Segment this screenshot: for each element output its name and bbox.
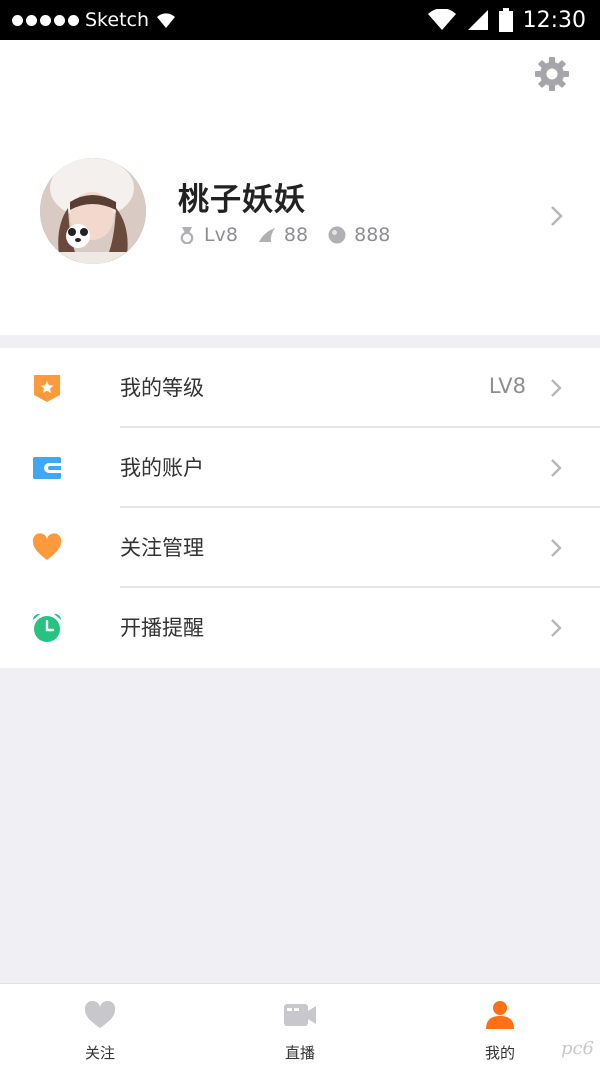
menu-label-account: 我的账户 — [120, 456, 204, 480]
menu-item-level[interactable]: 我的等级 LV8 — [0, 348, 600, 428]
carrier-name: Sketch — [85, 9, 150, 31]
medal-icon — [180, 227, 194, 244]
menu-item-follow-management[interactable]: 关注管理 — [0, 508, 600, 588]
wallet-icon — [33, 457, 61, 479]
heart-icon — [32, 533, 62, 560]
wifi-strength-icon — [427, 9, 456, 30]
chevron-right-icon — [551, 459, 562, 477]
avatar-image — [40, 158, 146, 264]
fans-stat: 88 — [258, 224, 308, 246]
menu-list: 我的等级 LV8 我的账户 关注管理 开播提醒 — [0, 348, 600, 668]
menu-item-account[interactable]: 我的账户 — [0, 428, 600, 508]
status-time: 12:30 — [522, 7, 586, 33]
status-right: 12:30 — [427, 8, 586, 33]
status-left: Sketch — [12, 9, 177, 31]
alarm-clock-icon — [32, 613, 62, 642]
status-bar: Sketch 12:30 — [0, 0, 600, 40]
menu-label-level: 我的等级 — [120, 376, 204, 400]
avatar[interactable] — [40, 158, 146, 264]
username: 桃子妖妖 — [178, 182, 306, 218]
level-badge-icon — [34, 375, 60, 402]
tab-bar: 关注 直播 我的 — [0, 983, 600, 1067]
chevron-right-icon — [551, 379, 562, 397]
tab-label-follow: 关注 — [84, 1044, 115, 1062]
profile-stats: Lv8 88 888 — [178, 224, 410, 246]
menu-value-level: LV8 — [488, 374, 526, 398]
tab-label-live: 直播 — [284, 1044, 315, 1062]
battery-icon — [498, 8, 513, 32]
coin-icon — [328, 226, 346, 244]
heart-icon — [84, 1000, 116, 1028]
chevron-right-icon — [551, 539, 562, 557]
coins-stat: 888 — [328, 224, 390, 246]
level-value: Lv8 — [204, 224, 238, 246]
profile-card[interactable]: 桃子妖妖 Lv8 88 888 — [0, 40, 600, 335]
coins-value: 888 — [354, 224, 391, 246]
menu-label-reminder: 开播提醒 — [120, 616, 204, 640]
menu-label-follow: 关注管理 — [120, 536, 204, 560]
signal-dots-icon — [12, 14, 79, 26]
menu-item-live-reminder[interactable]: 开播提醒 — [0, 588, 600, 668]
chevron-right-icon — [551, 619, 562, 637]
level-stat: Lv8 — [178, 224, 238, 246]
gear-icon[interactable] — [534, 56, 570, 92]
chevron-right-icon — [551, 206, 563, 226]
tab-follow[interactable]: 关注 — [0, 984, 200, 1067]
shark-fin-icon — [258, 228, 275, 242]
watermark: pc6 — [560, 1038, 594, 1059]
wifi-icon — [157, 13, 176, 28]
video-camera-icon — [284, 1004, 316, 1026]
user-icon — [486, 1001, 514, 1029]
fans-value: 88 — [283, 224, 309, 246]
cell-signal-icon — [467, 10, 488, 30]
tab-live[interactable]: 直播 — [200, 984, 400, 1067]
